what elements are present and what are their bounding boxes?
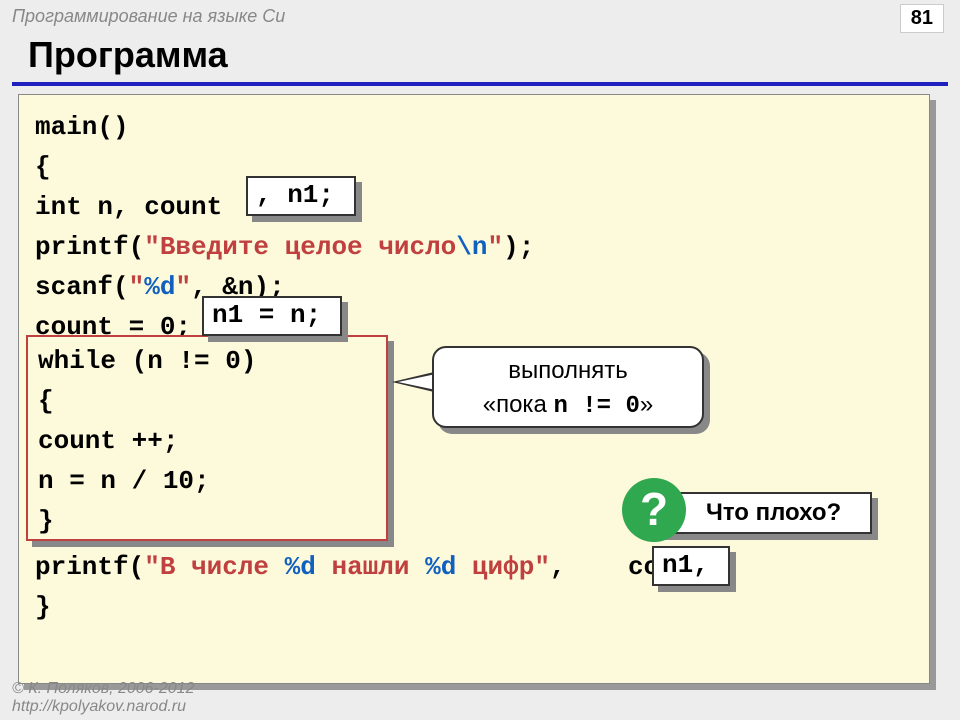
while-loop-box: while (n != 0) { count ++; n = n / 10; } — [26, 335, 388, 541]
code-line: { — [35, 147, 913, 187]
code-line: count ++; — [38, 421, 376, 461]
code-line: { — [38, 381, 376, 421]
footer-url: http://kpolyakov.narod.ru — [12, 698, 194, 716]
question-mark-icon: ? — [622, 478, 686, 542]
callout-line: «пока n != 0» — [434, 388, 702, 424]
page-number: 81 — [900, 4, 944, 33]
header-subtitle: Программирование на языке Си — [12, 6, 285, 27]
code-line: printf("В числе %d нашли %d цифр",nnn co… — [35, 547, 913, 587]
callout-box: выполнять «пока n != 0» — [432, 346, 704, 428]
code-line: main() — [35, 107, 913, 147]
code-line: printf("Введите целое число\n"); — [35, 227, 913, 267]
code-line: scanf("%d", &n); — [35, 267, 913, 307]
code-line: } — [38, 501, 376, 541]
overlay-n1-assign: n1 = n; — [202, 296, 342, 336]
footer-copyright: © К. Поляков, 2006-2012 — [12, 680, 194, 698]
question-box: Что плохо? — [656, 492, 872, 534]
overlay-n1-decl: , n1; — [246, 176, 356, 216]
overlay-n1-arg: n1, — [652, 546, 730, 586]
page-title: Программа — [28, 34, 228, 76]
code-line: } — [35, 587, 913, 627]
code-line: int n, count — [35, 187, 913, 227]
slide: Программирование на языке Си 81 Программ… — [0, 0, 960, 720]
code-line: while (n != 0) — [38, 341, 376, 381]
footer: © К. Поляков, 2006-2012 http://kpolyakov… — [12, 680, 194, 716]
code-line: n = n / 10; — [38, 461, 376, 501]
callout-tail-inner — [398, 374, 436, 390]
title-underline — [12, 82, 948, 86]
callout-line: выполнять — [434, 354, 702, 388]
